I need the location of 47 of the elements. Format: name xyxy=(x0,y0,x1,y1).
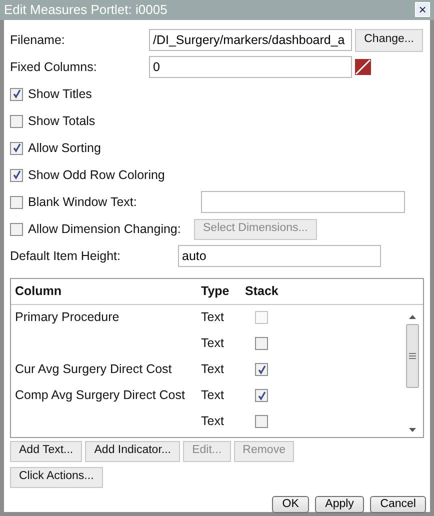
checkbox[interactable] xyxy=(10,114,23,128)
text-field[interactable]: /DI_Surgery/markers/dashboard_a xyxy=(149,29,352,51)
checkbox[interactable] xyxy=(255,389,268,402)
change-button[interactable]: Change... xyxy=(355,28,423,52)
click-actions-button[interactable]: Click Actions... xyxy=(10,466,103,488)
dialog-button[interactable]: OK xyxy=(272,496,309,512)
checkbox[interactable] xyxy=(10,222,23,236)
close-button[interactable]: × xyxy=(415,2,430,18)
text-field[interactable]: auto xyxy=(178,245,381,267)
scroll-up-icon[interactable] xyxy=(409,314,416,320)
checkbox[interactable] xyxy=(255,415,268,428)
text-field[interactable] xyxy=(201,191,405,213)
table-cell-text: Text xyxy=(201,361,225,378)
text-field[interactable]: 0 xyxy=(149,56,352,78)
table-cell-text: Text xyxy=(201,335,225,352)
field-label: Fixed Columns: xyxy=(10,58,98,76)
action-button[interactable]: Add Text... xyxy=(10,440,82,462)
action-button[interactable]: Add Indicator... xyxy=(85,440,180,462)
checkbox[interactable] xyxy=(10,142,23,154)
checkbox[interactable] xyxy=(255,337,268,350)
table-cell-text: Text xyxy=(201,413,225,430)
scroll-down-icon[interactable] xyxy=(409,428,416,432)
checkbox[interactable] xyxy=(10,196,23,208)
checkbox-label: Blank Window Text: xyxy=(28,194,138,211)
checkbox[interactable] xyxy=(10,168,23,182)
field-label: Filename: xyxy=(10,32,66,49)
table-cell-text: Text xyxy=(201,387,225,404)
column-header: Column xyxy=(14,282,63,300)
checkbox-label: Show Odd Row Coloring xyxy=(28,166,165,184)
checkbox[interactable] xyxy=(255,363,268,376)
no-color-icon[interactable] xyxy=(355,59,372,75)
table-cell-text: Text xyxy=(201,309,225,326)
checkbox-label: Show Totals xyxy=(28,112,96,130)
table-cell-text: Cur Avg Surgery Direct Cost xyxy=(14,361,173,378)
field-label: Default Item Height: xyxy=(10,248,122,265)
table-cell-text: Comp Avg Surgery Direct Cost xyxy=(14,387,186,404)
column-header: Type xyxy=(201,282,230,300)
checkbox-label: Allow Dimension Changing: xyxy=(28,220,182,238)
checkbox-label: Allow Sorting xyxy=(28,140,101,157)
table-cell-text: Primary Procedure xyxy=(14,309,120,326)
column-header: Stack xyxy=(245,282,280,300)
dialog-button[interactable]: Cancel xyxy=(370,496,426,512)
window-title: Edit Measures Portlet: i0005 xyxy=(4,1,168,19)
scroll-thumb[interactable] xyxy=(406,324,419,388)
checkbox-label: Show Titles xyxy=(28,86,92,103)
dialog-button[interactable]: Apply xyxy=(315,496,364,512)
checkbox[interactable] xyxy=(10,88,23,100)
